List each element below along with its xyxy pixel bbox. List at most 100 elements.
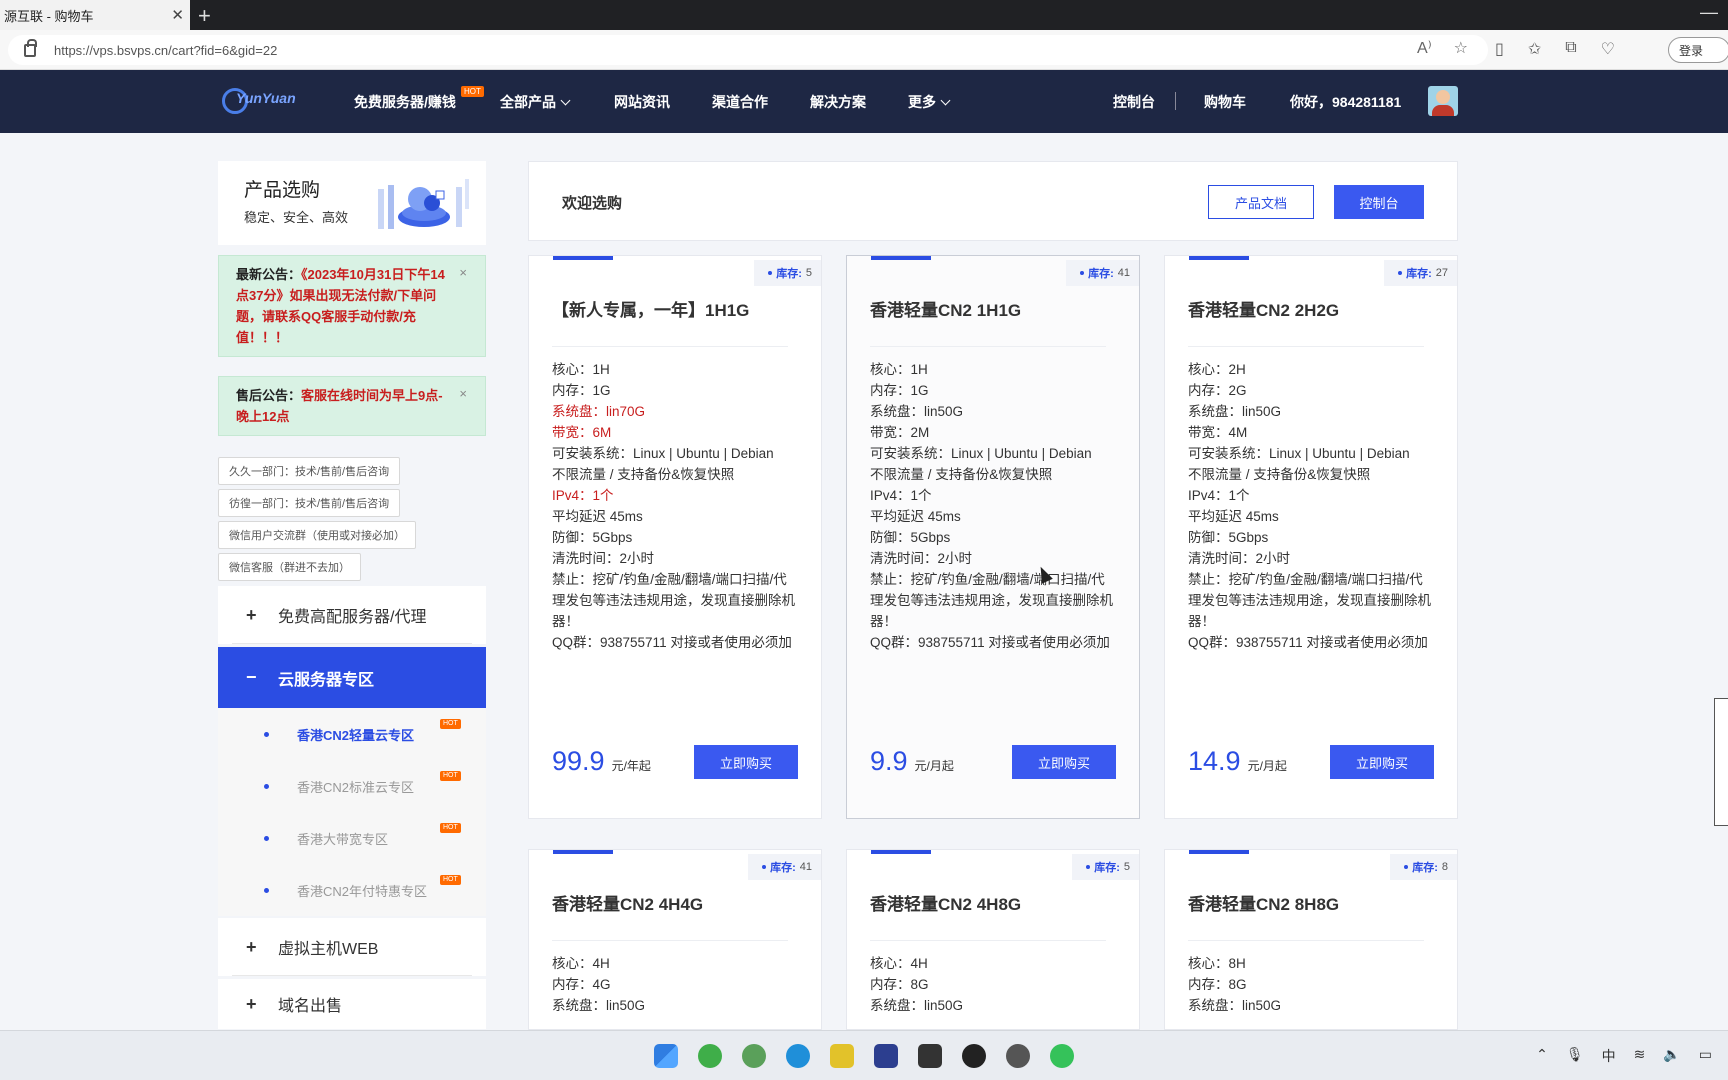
product-name: 香港轻量CN2 2H2G	[1188, 301, 1340, 320]
nav-more[interactable]: 更多	[908, 92, 951, 112]
chevron-up-icon[interactable]: ⌃	[1536, 1046, 1548, 1066]
promo-subtitle: 稳定、安全、高效	[244, 210, 349, 225]
address-bar: https://vps.bsvps.cn/cart?fid=6&gid=22 A…	[0, 30, 1728, 70]
spec-line: IPv4：1个	[870, 488, 932, 503]
spec-line: 清洗时间：2小时	[1188, 551, 1291, 566]
url-field[interactable]: https://vps.bsvps.cn/cart?fid=6&gid=22	[8, 35, 1488, 65]
spec-line: 核心：4H	[552, 956, 610, 971]
close-icon[interactable]: ×	[459, 383, 467, 404]
close-icon[interactable]: ×	[459, 262, 467, 283]
edge-icon[interactable]	[786, 1044, 810, 1068]
menu-virtual-host[interactable]: + 虚拟主机WEB	[218, 918, 486, 976]
volume-icon[interactable]: 🔈	[1663, 1046, 1680, 1066]
spec-line: 内存：1G	[870, 383, 929, 398]
browser-tab-active[interactable]: 源互联 - 购物车 ✕	[0, 0, 190, 30]
product-card: 库存: 5 香港轻量CN2 4H8G 核心：4H 内存：8G 系统盘：lin50G	[846, 849, 1140, 1030]
nav-all-products[interactable]: 全部产品	[500, 92, 571, 112]
wechat-group-button[interactable]: 微信用户交流群（使用或对接必加）	[218, 521, 416, 549]
submenu-hk-bandwidth[interactable]: 香港大带宽专区 HOT	[218, 812, 486, 864]
app-icon[interactable]	[1006, 1044, 1030, 1068]
bullet-icon	[1398, 271, 1403, 275]
submenu-hk-cn2-standard[interactable]: 香港CN2标准云专区 HOT	[218, 760, 486, 812]
avatar[interactable]	[1428, 86, 1458, 116]
stock-badge: 库存: 5	[1072, 854, 1139, 880]
spec-line: 不限流量 / 支持备份&恢复快照	[552, 467, 735, 482]
spec-line: 可安装系统：Linux | Ubuntu | Debian	[1188, 446, 1410, 461]
url-text[interactable]: https://vps.bsvps.cn/cart?fid=6&gid=22	[54, 43, 277, 58]
header-console-link[interactable]: 控制台	[1113, 92, 1155, 112]
input-method-icon[interactable]: 中	[1602, 1046, 1616, 1066]
minimize-icon[interactable]: —	[1700, 2, 1718, 23]
taskbar-apps	[654, 1044, 1074, 1068]
battery-icon[interactable]: ▭	[1699, 1046, 1712, 1066]
microphone-icon[interactable]: 🎙	[1566, 1046, 1584, 1066]
dept-contact-button[interactable]: 久久一部门：技术/售前/售后咨询	[218, 457, 401, 485]
dept-contact-button[interactable]: 彷徨一部门：技术/售前/售后咨询	[218, 489, 401, 517]
stock-badge: 库存: 41	[748, 854, 821, 880]
buy-now-button[interactable]: 立即购买	[1330, 745, 1434, 779]
greeting-text: 你好，	[1290, 94, 1332, 110]
wechat-service-button[interactable]: 微信客服（群进不去加）	[218, 553, 361, 581]
username: 984281181	[1332, 94, 1402, 110]
menu-free-server[interactable]: + 免费高配服务器/代理	[218, 586, 486, 644]
wifi-icon[interactable]: ≋	[1634, 1046, 1646, 1066]
product-docs-button[interactable]: 产品文档	[1208, 185, 1314, 219]
favorites-icon[interactable]: ✩	[1528, 39, 1541, 59]
floating-side-widget[interactable]	[1714, 698, 1728, 826]
price-value: 99.9	[552, 746, 605, 776]
spec-line: 防御：5Gbps	[870, 530, 951, 545]
address-actions: A⁾ ☆	[1417, 38, 1468, 58]
nav-channel[interactable]: 渠道合作	[712, 92, 768, 112]
site-logo[interactable]: YunYuan	[222, 84, 300, 118]
browser-tab-title: 源互联 - 购物车	[4, 8, 94, 24]
profile-login-button[interactable]: 登录	[1668, 37, 1728, 63]
spec-line: 系统盘：lin50G	[552, 998, 646, 1013]
buy-now-button[interactable]: 立即购买	[1012, 745, 1116, 779]
card-accent-bar	[1189, 850, 1249, 854]
promo-title: 产品选购	[244, 180, 321, 201]
hot-badge: HOT	[440, 719, 461, 729]
app-icon[interactable]	[874, 1044, 898, 1068]
promo-card: 产品选购 稳定、安全、高效	[218, 161, 486, 245]
nav-solutions[interactable]: 解决方案	[810, 92, 866, 112]
split-screen-icon[interactable]: ▯	[1495, 39, 1504, 59]
app-icon[interactable]	[918, 1044, 942, 1068]
user-greeting[interactable]: 你好，984281181	[1290, 92, 1401, 112]
submenu-hk-cn2-light[interactable]: 香港CN2轻量云专区 HOT	[218, 708, 486, 760]
spec-line: 系统盘：lin70G	[552, 404, 646, 419]
spec-line: 系统盘：lin50G	[870, 998, 964, 1013]
read-aloud-icon[interactable]: A⁾	[1417, 38, 1432, 58]
minus-icon: −	[246, 667, 257, 687]
favorite-star-icon[interactable]: ☆	[1454, 38, 1468, 58]
spec-line: 禁止：挖矿/钓鱼/金融/翻墙/端口扫描/代理发包等违法违规用途，发现直接删除机器…	[870, 572, 1113, 629]
nav-label: 全部产品	[500, 94, 556, 110]
header-divider	[1175, 92, 1176, 110]
latest-notice: 最新公告：《2023年10月31日下午14点37分》如果出现无法付款/下单问题，…	[218, 255, 486, 357]
collections-icon[interactable]: ⧉	[1565, 39, 1576, 59]
menu-cloud-server[interactable]: − 云服务器专区	[218, 647, 486, 708]
console-button[interactable]: 控制台	[1334, 185, 1424, 219]
app-icon[interactable]	[742, 1044, 766, 1068]
submenu-hk-cn2-yearly[interactable]: 香港CN2年付特惠专区 HOT	[218, 864, 486, 916]
browser-app-icon[interactable]	[698, 1044, 722, 1068]
spec-line: QQ群：938755711 对接或者使用必须加	[870, 635, 1110, 650]
spec-line: 核心：4H	[870, 956, 928, 971]
nav-free-server[interactable]: 免费服务器/赚钱	[354, 92, 456, 112]
close-icon[interactable]: ✕	[171, 6, 184, 24]
menu-label: 云服务器专区	[278, 671, 375, 689]
lock-icon[interactable]	[24, 38, 37, 57]
header-cart-link[interactable]: 购物车	[1204, 92, 1246, 112]
nav-news[interactable]: 网站资讯	[614, 92, 670, 112]
new-tab-icon[interactable]: +	[198, 3, 211, 29]
performance-icon[interactable]: ♡	[1601, 39, 1615, 59]
app-icon[interactable]	[830, 1044, 854, 1068]
menu-domain-sale[interactable]: + 域名出售	[218, 979, 486, 1029]
product-price: 14.9 元/月起	[1188, 746, 1287, 777]
wechat-icon[interactable]	[1050, 1044, 1074, 1068]
product-name: 香港轻量CN2 4H8G	[870, 895, 1022, 914]
buy-now-button[interactable]: 立即购买	[694, 745, 798, 779]
app-icon[interactable]	[962, 1044, 986, 1068]
price-unit: 元/月起	[914, 759, 954, 773]
spec-line: 系统盘：lin50G	[1188, 998, 1282, 1013]
windows-start-icon[interactable]	[654, 1044, 678, 1068]
